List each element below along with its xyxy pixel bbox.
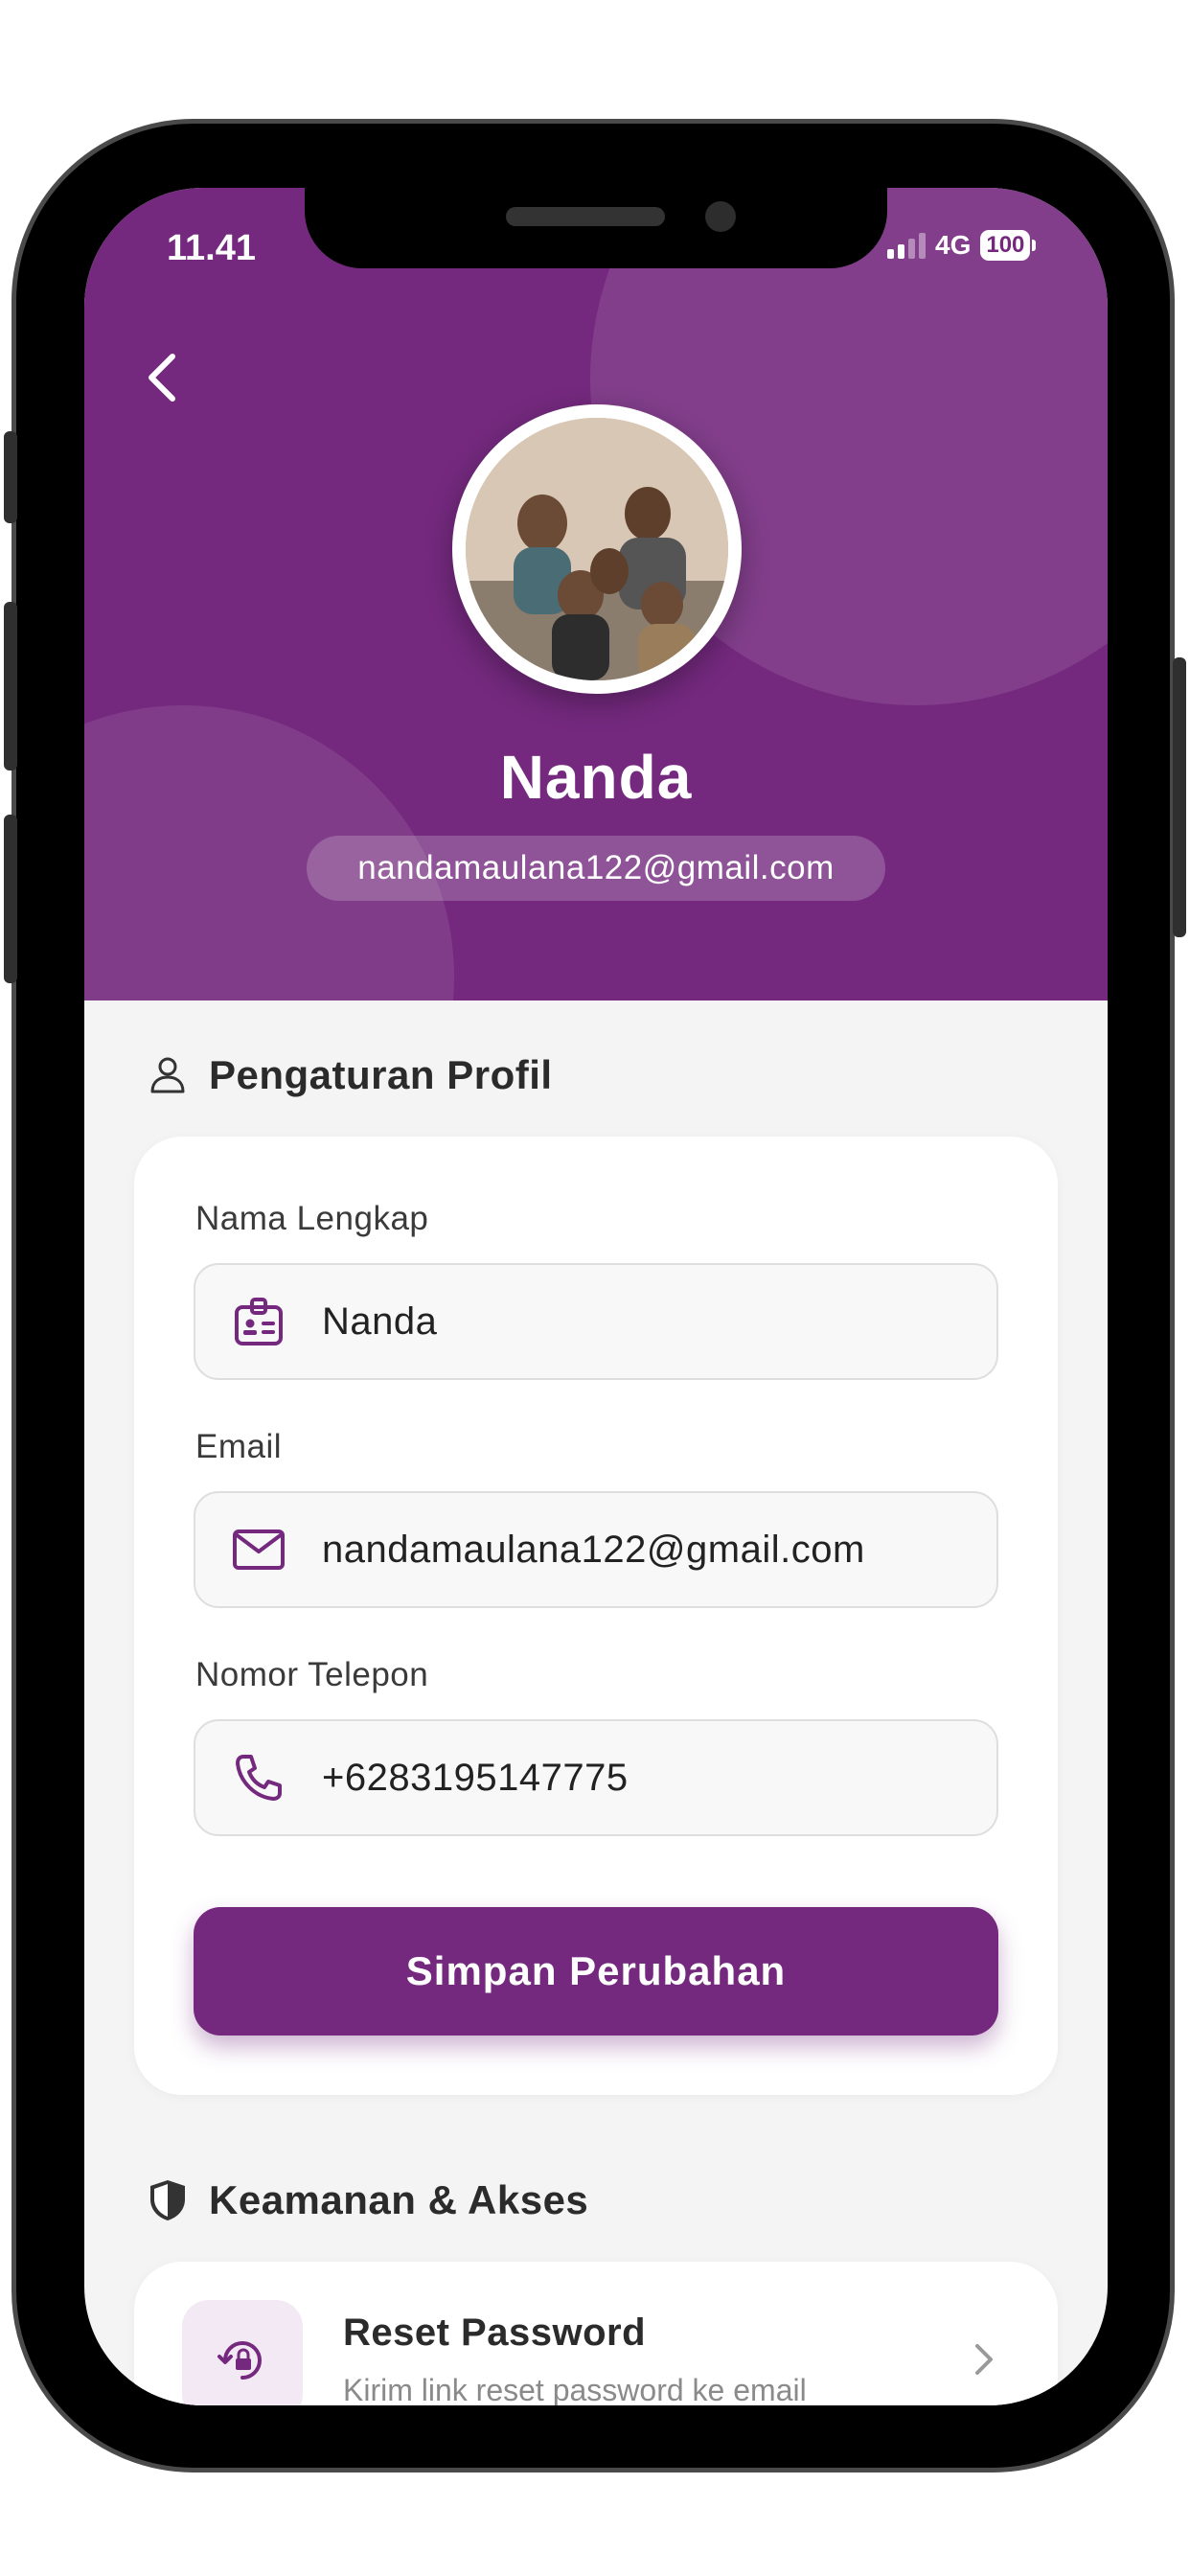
lock-reset-icon: [182, 2300, 303, 2405]
profile-email-chip: nandamaulana122@gmail.com: [307, 836, 885, 901]
profile-settings-card: Nama Lengkap Nanda Email nandamaulana122…: [134, 1137, 1058, 2095]
profile-name: Nanda: [499, 743, 693, 812]
chevron-right-icon: [975, 2344, 993, 2375]
status-indicators: 4G 100: [887, 230, 1037, 261]
phone-value: +6283195147775: [322, 1756, 629, 1799]
reset-password-item[interactable]: Reset Password Kirim link reset password…: [134, 2262, 1058, 2405]
back-button[interactable]: [134, 349, 192, 406]
id-badge-icon: [222, 1296, 295, 1347]
network-type: 4G: [935, 230, 972, 260]
save-button[interactable]: Simpan Perubahan: [194, 1907, 998, 2036]
avatar-photo: [466, 418, 728, 680]
phone-icon: [222, 1753, 295, 1803]
phone-volume-up: [4, 602, 17, 770]
field-label-phone: Nomor Telepon: [195, 1656, 429, 1693]
fullname-field[interactable]: Nanda: [194, 1263, 998, 1380]
shield-icon: [150, 2180, 185, 2220]
section-title: Pengaturan Profil: [209, 1052, 553, 1097]
user-icon: [150, 1057, 185, 1093]
profile-header: Nanda nandamaulana122@gmail.com: [84, 188, 1108, 1000]
mail-icon: [222, 1529, 295, 1571]
phone-field[interactable]: +6283195147775: [194, 1719, 998, 1836]
phone-silent-switch: [4, 431, 17, 523]
phone-volume-down: [4, 815, 17, 983]
field-label-email: Email: [195, 1428, 283, 1465]
status-time: 11.41: [167, 228, 256, 268]
email-value: nandamaulana122@gmail.com: [322, 1528, 865, 1571]
phone-power-button: [1173, 657, 1186, 937]
reset-password-title: Reset Password: [343, 2312, 647, 2354]
signal-icon: [887, 232, 926, 259]
avatar[interactable]: [452, 404, 742, 694]
device-notch: [305, 188, 887, 268]
security-card: Reset Password Kirim link reset password…: [134, 2262, 1058, 2405]
email-field[interactable]: nandamaulana122@gmail.com: [194, 1491, 998, 1608]
field-label-fullname: Nama Lengkap: [195, 1200, 429, 1237]
section-title: Keamanan & Akses: [209, 2177, 589, 2222]
security-heading: Keamanan & Akses: [148, 2177, 588, 2223]
fullname-value: Nanda: [322, 1300, 438, 1343]
profile-settings-heading: Pengaturan Profil: [148, 1052, 553, 1098]
app-screen: Nanda nandamaulana122@gmail.com 11.41 4G…: [84, 188, 1108, 2405]
battery-icon: 100: [980, 230, 1031, 261]
chevron-left-icon: [149, 354, 175, 402]
reset-password-subtitle: Kirim link reset password ke email: [343, 2373, 807, 2405]
